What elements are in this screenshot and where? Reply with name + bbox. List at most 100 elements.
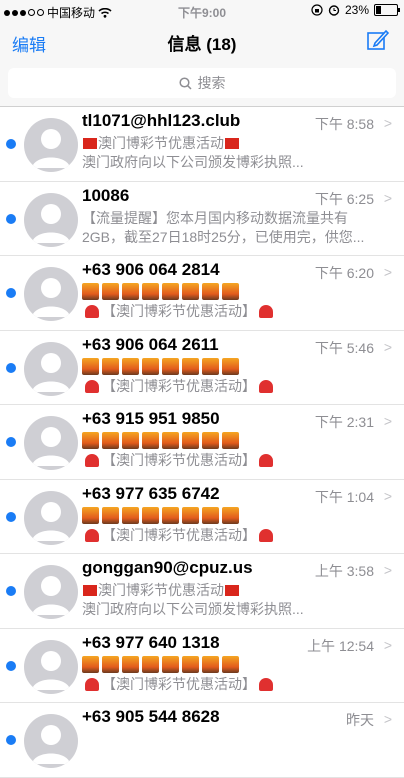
sunset-emoji	[162, 506, 179, 524]
battery-percent: 23%	[344, 3, 369, 17]
emoji-line	[82, 357, 390, 376]
sunset-emoji	[222, 283, 239, 300]
message-preview-block: 澳门博彩节优惠活动澳门政府向以下公司颁发博彩执照...	[82, 134, 390, 172]
sunset-emoji	[142, 655, 159, 673]
chevron-right-icon: >	[383, 562, 392, 578]
avatar	[24, 118, 78, 172]
unread-dot	[6, 735, 16, 745]
siren-emoji	[85, 528, 99, 542]
message-preview: 【澳门博彩节优惠活动】	[102, 526, 256, 543]
siren-emoji	[259, 454, 273, 467]
message-preview-line1: 澳门博彩节优惠活动	[98, 135, 224, 151]
chevron-right-icon: >	[383, 636, 392, 653]
sender-name: +63 905 544 8628	[82, 707, 220, 726]
sunset-emoji	[122, 432, 139, 449]
flag-emoji	[225, 585, 239, 596]
emoji-line	[82, 432, 390, 450]
conversation-row[interactable]: +63 977 635 6742 下午 1:04 > 【澳门博彩节优惠活动】	[0, 480, 404, 554]
sunset-emoji	[142, 432, 159, 449]
status-bar: 中国移动 下午9:00 23%	[0, 0, 404, 22]
message-preview-block: 【澳门博彩节优惠活动】	[82, 283, 390, 321]
search-icon	[178, 76, 192, 90]
message-time: 上午 3:58	[314, 563, 374, 579]
sunset-emoji	[82, 283, 99, 300]
sender-name: +63 977 635 6742	[82, 483, 220, 503]
avatar	[24, 267, 78, 321]
sunset-emoji	[202, 283, 219, 300]
conversation-row[interactable]: tl1071@hhl123.club 下午 8:58 > 澳门博彩节优惠活动 澳门政府向…	[0, 107, 404, 182]
sunset-emoji	[182, 655, 199, 673]
message-preview: 【澳门博彩节优惠活动】	[102, 675, 256, 692]
avatar	[24, 639, 78, 694]
conversation-row[interactable]: 10086 下午 6:25 > 【流量提醒】您本月国内移动数据流量共有 2GB，截至27…	[0, 182, 404, 256]
conversation-row[interactable]: gonggan90@cpuz.us 上午 3:58 > 澳门博彩节优惠活动 澳门政府向以…	[0, 554, 404, 629]
emoji-line	[82, 506, 390, 525]
avatar	[24, 192, 78, 247]
sender-name: gonggan90@cpuz.us	[82, 558, 253, 577]
message-preview: 【澳门博彩节优惠活动】	[102, 303, 256, 319]
siren-emoji	[259, 379, 273, 393]
message-preview-line2: 澳门政府向以下公司颁发博彩执照...	[82, 154, 304, 170]
unread-dot	[6, 511, 16, 522]
sender-name: +63 906 064 2814	[82, 260, 220, 279]
sunset-emoji	[222, 655, 239, 673]
sunset-emoji	[102, 283, 119, 300]
flag-emoji	[225, 138, 239, 149]
sender-name: +63 977 640 1318	[82, 632, 220, 652]
avatar	[24, 490, 78, 545]
sunset-emoji	[102, 655, 119, 673]
message-preview-line2: 2GB，截至27日18时25分，已使用完，供您...	[82, 228, 365, 245]
sunset-emoji	[182, 283, 199, 300]
unread-dot	[6, 139, 16, 149]
alarm-icon	[328, 5, 340, 16]
flag-emoji	[83, 585, 97, 596]
sunset-emoji	[222, 506, 239, 524]
sunset-emoji	[122, 283, 139, 300]
battery-icon	[374, 4, 400, 16]
orientation-lock-icon	[311, 4, 323, 16]
search-input[interactable]: 搜索	[8, 68, 396, 98]
message-preview-block: 【流量提醒】您本月国内移动数据流量共有 2GB，截至27日18时25分，已使用完，…	[82, 209, 390, 247]
sunset-emoji	[162, 357, 179, 375]
message-preview-line1: 澳门博彩节优惠活动	[98, 582, 224, 598]
siren-emoji	[85, 454, 99, 467]
message-preview-block: 【澳门博彩节优惠活动】	[82, 655, 390, 694]
flag-emoji	[83, 138, 97, 149]
conversation-row[interactable]: +63 915 951 9850 下午 2:31 > 【澳门博彩节优惠活动】	[0, 405, 404, 480]
sunset-emoji	[122, 655, 139, 673]
sunset-emoji	[102, 357, 119, 375]
sunset-emoji	[82, 432, 99, 449]
message-time: 下午 6:20	[314, 265, 374, 281]
chevron-right-icon: >	[383, 115, 392, 131]
sunset-emoji	[202, 655, 219, 673]
compose-icon[interactable]	[366, 28, 390, 52]
siren-emoji	[85, 379, 99, 393]
chevron-right-icon: >	[383, 413, 392, 429]
conversation-row[interactable]: +63 906 064 2814 下午 6:20 > 【澳门博彩节优惠活动】	[0, 256, 404, 331]
sunset-emoji	[202, 432, 219, 449]
message-time: 昨天	[346, 712, 374, 728]
siren-emoji	[259, 677, 273, 691]
message-preview: 【澳门博彩节优惠活动】	[102, 377, 256, 394]
conversation-row[interactable]: +63 905 544 8628 昨天 >	[0, 703, 404, 778]
avatar	[24, 416, 78, 470]
avatar	[24, 565, 78, 619]
sunset-emoji	[222, 432, 239, 449]
unread-dot	[6, 437, 16, 447]
message-time: 下午 1:04	[314, 488, 374, 505]
sunset-emoji	[82, 655, 99, 673]
sunset-emoji	[102, 432, 119, 449]
sunset-emoji	[82, 506, 99, 524]
message-time: 下午 5:46	[314, 339, 374, 356]
avatar	[24, 341, 78, 396]
conversation-row[interactable]: +63 906 064 2611 下午 5:46 > 【澳门博彩节优惠活动】	[0, 331, 404, 405]
siren-emoji	[85, 305, 99, 318]
conversation-row[interactable]: +63 977 640 1318 上午 12:54 > 【澳门博彩节优惠活动】	[0, 629, 404, 703]
message-preview-block: 【澳门博彩节优惠活动】	[82, 432, 390, 470]
sunset-emoji	[162, 283, 179, 300]
sunset-emoji	[142, 506, 159, 524]
message-preview-block: 澳门博彩节优惠活动 澳门政府向以下公司颁发博彩执照...	[82, 581, 390, 619]
sunset-emoji	[202, 357, 219, 375]
chevron-right-icon: >	[383, 189, 392, 206]
sunset-emoji	[202, 506, 219, 524]
